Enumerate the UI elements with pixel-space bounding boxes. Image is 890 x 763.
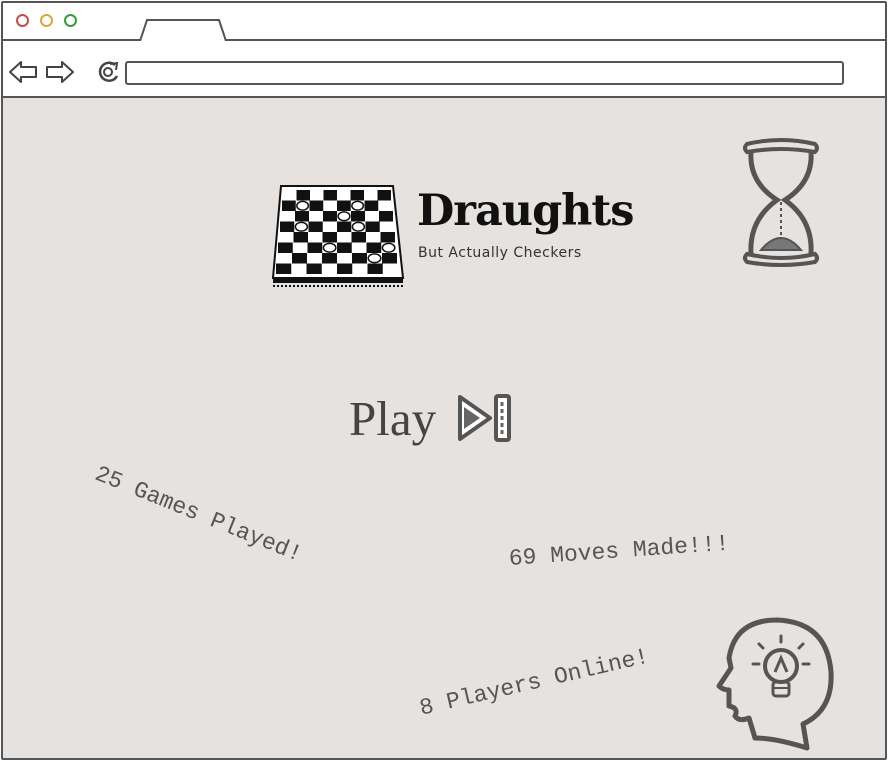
board-square <box>309 200 324 211</box>
checker-piece <box>367 253 382 264</box>
board-square <box>337 200 351 211</box>
title-bar <box>3 3 885 41</box>
checker-piece <box>381 242 396 253</box>
main-content: Draughts But Actually Checkers Play 25 G… <box>3 98 885 760</box>
board-square <box>337 221 352 232</box>
play-skip-icon <box>458 394 512 442</box>
play-button[interactable]: Play <box>349 388 514 448</box>
board-square <box>364 200 379 211</box>
toolbar <box>3 41 885 98</box>
draughts-logo: Draughts But Actually Checkers <box>269 182 634 292</box>
board-square <box>296 190 310 201</box>
checkerboard-icon <box>271 185 405 287</box>
board-square <box>278 242 293 253</box>
board-square <box>322 232 337 243</box>
board-square <box>351 211 365 222</box>
board-square <box>308 221 323 232</box>
board-square <box>380 232 395 243</box>
board-square <box>337 242 352 253</box>
board-square <box>280 221 295 232</box>
board-square <box>276 263 292 274</box>
board-square <box>293 232 308 243</box>
board-square <box>351 232 366 243</box>
checker-piece <box>351 200 365 211</box>
board-square <box>306 263 322 274</box>
board-square <box>367 263 383 274</box>
board-square <box>322 253 337 264</box>
board-square <box>323 190 337 201</box>
maximize-dot[interactable] <box>64 14 77 27</box>
board-square <box>377 190 391 201</box>
checker-piece <box>296 200 310 211</box>
board-square <box>282 200 296 211</box>
reload-icon[interactable] <box>95 59 125 85</box>
browser-tab[interactable] <box>139 18 227 41</box>
board-square <box>350 190 364 201</box>
board-square <box>365 221 380 232</box>
play-label: Play <box>349 390 437 446</box>
board-square <box>337 263 353 274</box>
board-square <box>352 253 367 264</box>
checker-piece <box>351 221 366 232</box>
board-square <box>366 242 382 253</box>
checker-piece <box>337 211 351 222</box>
logo-subtitle: But Actually Checkers <box>418 245 582 261</box>
players-online-stat: 8 Players Online! <box>417 643 652 722</box>
url-bar[interactable] <box>125 61 844 85</box>
board-square <box>307 242 323 253</box>
hourglass-icon <box>743 138 819 267</box>
moves-made-stat: 69 Moves Made!!! <box>508 530 731 572</box>
board-square <box>379 211 393 222</box>
logo-title: Draughts <box>417 186 634 236</box>
lightbulb-head-icon <box>716 617 834 751</box>
board-square <box>382 253 397 264</box>
games-played-stat: 25 Games Played! <box>91 460 306 568</box>
board-square <box>323 211 337 222</box>
minimize-dot[interactable] <box>40 14 53 27</box>
board-square <box>295 211 309 222</box>
back-arrow-icon[interactable] <box>8 59 38 85</box>
close-dot[interactable] <box>16 14 29 27</box>
board-square <box>292 253 307 264</box>
checker-piece <box>294 221 309 232</box>
checker-piece <box>322 242 337 253</box>
forward-arrow-icon[interactable] <box>45 59 75 85</box>
browser-window: Draughts But Actually Checkers Play 25 G… <box>1 1 887 760</box>
